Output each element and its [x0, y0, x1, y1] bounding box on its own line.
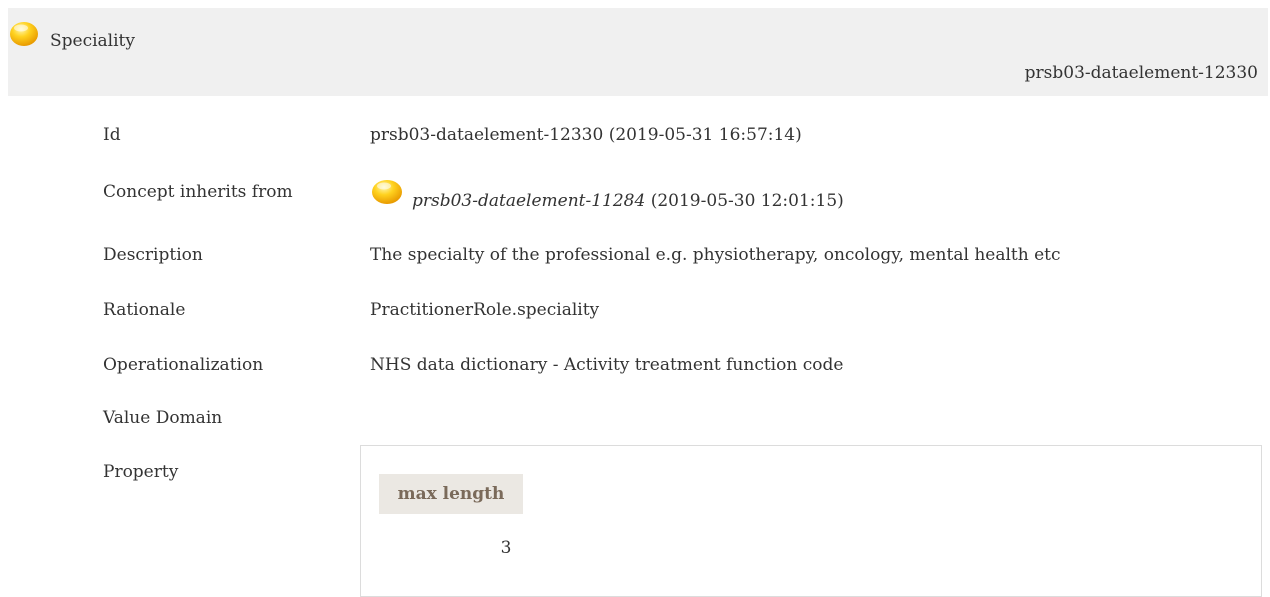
- property-label: Property: [103, 462, 179, 482]
- inherit-value: prsb03-dataelement-11284 (2019-05-30 12:…: [412, 191, 844, 211]
- status-draft-circle-icon: [10, 22, 38, 46]
- max-length-header: max length: [379, 474, 523, 514]
- rationale-value: PractitionerRole.speciality: [370, 300, 600, 320]
- operationalization-value: NHS data dictionary - Activity treatment…: [370, 355, 844, 375]
- concept-header: Speciality prsb03-dataelement-12330: [8, 8, 1268, 96]
- inherit-reference-link[interactable]: prsb03-dataelement-11284: [412, 191, 645, 211]
- concept-id: prsb03-dataelement-12330: [1024, 63, 1258, 83]
- rationale-label: Rationale: [103, 300, 186, 320]
- value-domain-label: Value Domain: [103, 408, 223, 428]
- inherit-date: (2019-05-30 12:01:15): [645, 191, 844, 211]
- inherit-label: Concept inherits from: [103, 182, 293, 202]
- operationalization-label: Operationalization: [103, 355, 264, 375]
- description-value: The specialty of the professional e.g. p…: [370, 245, 1061, 265]
- concept-title: Speciality: [50, 31, 135, 51]
- value-domain-box: max length 3: [360, 445, 1262, 597]
- max-length-value: 3: [500, 538, 512, 558]
- id-value: prsb03-dataelement-12330 (2019-05-31 16:…: [370, 125, 802, 145]
- id-label: Id: [103, 125, 121, 145]
- status-draft-circle-icon: [372, 180, 402, 204]
- description-label: Description: [103, 245, 203, 265]
